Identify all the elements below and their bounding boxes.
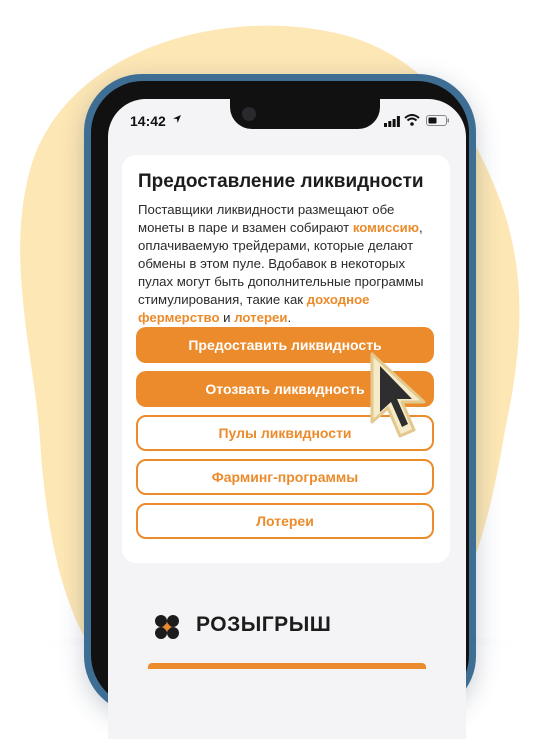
status-time: 14:42 [130, 113, 166, 129]
phone-notch [230, 99, 380, 129]
location-arrow-icon [173, 115, 181, 123]
raffle-title: РОЗЫГРЫШ [196, 613, 332, 636]
card-description: Поставщики ликвидности размещают обе мон… [138, 201, 438, 327]
description-text-4: . [287, 310, 292, 325]
lotteries-button[interactable]: Лотереи [136, 503, 434, 539]
lotteries-link[interactable]: лотереи [234, 310, 287, 325]
commission-link[interactable]: комиссию [353, 220, 419, 235]
clover-icon [155, 615, 179, 639]
wifi-icon [404, 114, 420, 126]
battery-icon [426, 115, 449, 126]
mouse-pointer-icon [370, 352, 426, 438]
description-text-3: и [219, 310, 235, 325]
farming-programs-button[interactable]: Фарминг-программы [136, 459, 434, 495]
signal-icon [384, 116, 400, 127]
card-title: Предоставление ликвидности [138, 171, 424, 192]
next-section-edge [148, 663, 426, 669]
camera-icon [242, 107, 256, 121]
